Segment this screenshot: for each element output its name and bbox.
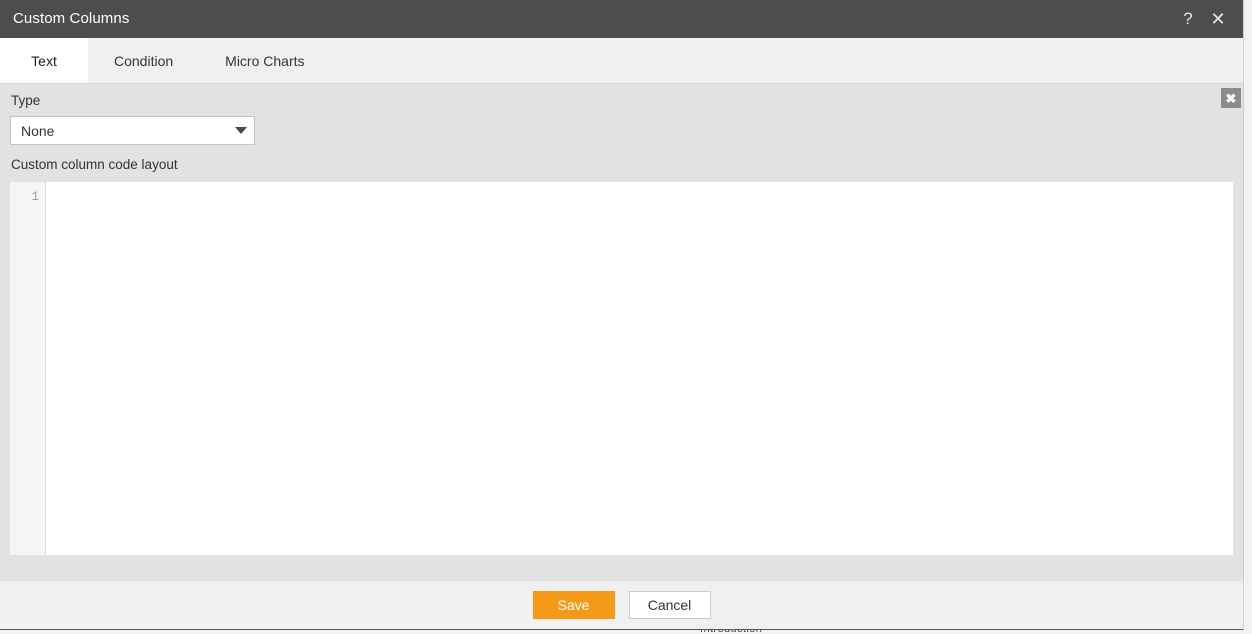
dialog-title: Custom Columns bbox=[13, 10, 130, 27]
type-select[interactable]: None bbox=[10, 116, 255, 145]
code-editor-container: 1 bbox=[0, 182, 1243, 555]
type-select-value: None bbox=[21, 122, 55, 139]
tab-condition[interactable]: Condition bbox=[88, 38, 199, 83]
tab-micro-charts[interactable]: Micro Charts bbox=[199, 38, 330, 83]
type-panel: Type None Custom column code layout ✖ bbox=[0, 84, 1243, 182]
page-root: Introduction Custom Columns ? ✕ Text Con… bbox=[0, 0, 1252, 634]
background-page-edge bbox=[1243, 0, 1252, 634]
help-icon[interactable]: ? bbox=[1173, 4, 1203, 34]
dialog-footer: Save Cancel bbox=[0, 581, 1243, 629]
tab-micro-charts-label: Micro Charts bbox=[225, 52, 305, 69]
tab-condition-label: Condition bbox=[114, 52, 174, 69]
line-number: 1 bbox=[31, 190, 39, 204]
chevron-down-icon bbox=[228, 127, 254, 134]
code-editor[interactable]: 1 bbox=[10, 182, 1233, 555]
tab-text[interactable]: Text bbox=[0, 38, 88, 83]
cancel-button[interactable]: Cancel bbox=[628, 591, 711, 619]
code-editor-gutter: 1 bbox=[10, 182, 46, 555]
custom-columns-dialog: Custom Columns ? ✕ Text Condition Micro … bbox=[0, 0, 1244, 630]
type-label: Type bbox=[11, 93, 41, 108]
dialog-titlebar: Custom Columns ? ✕ bbox=[0, 0, 1243, 38]
code-editor-input[interactable] bbox=[46, 182, 1233, 555]
remove-custom-column-button[interactable]: ✖ bbox=[1221, 88, 1241, 108]
code-layout-label: Custom column code layout bbox=[11, 157, 178, 172]
tab-text-label: Text bbox=[31, 52, 57, 69]
save-button[interactable]: Save bbox=[532, 591, 615, 619]
editor-bottom-spacer bbox=[0, 555, 1243, 581]
close-icon[interactable]: ✕ bbox=[1203, 4, 1233, 34]
dialog-body: Type None Custom column code layout ✖ 1 bbox=[0, 84, 1243, 581]
dialog-tabbar: Text Condition Micro Charts bbox=[0, 38, 1243, 84]
